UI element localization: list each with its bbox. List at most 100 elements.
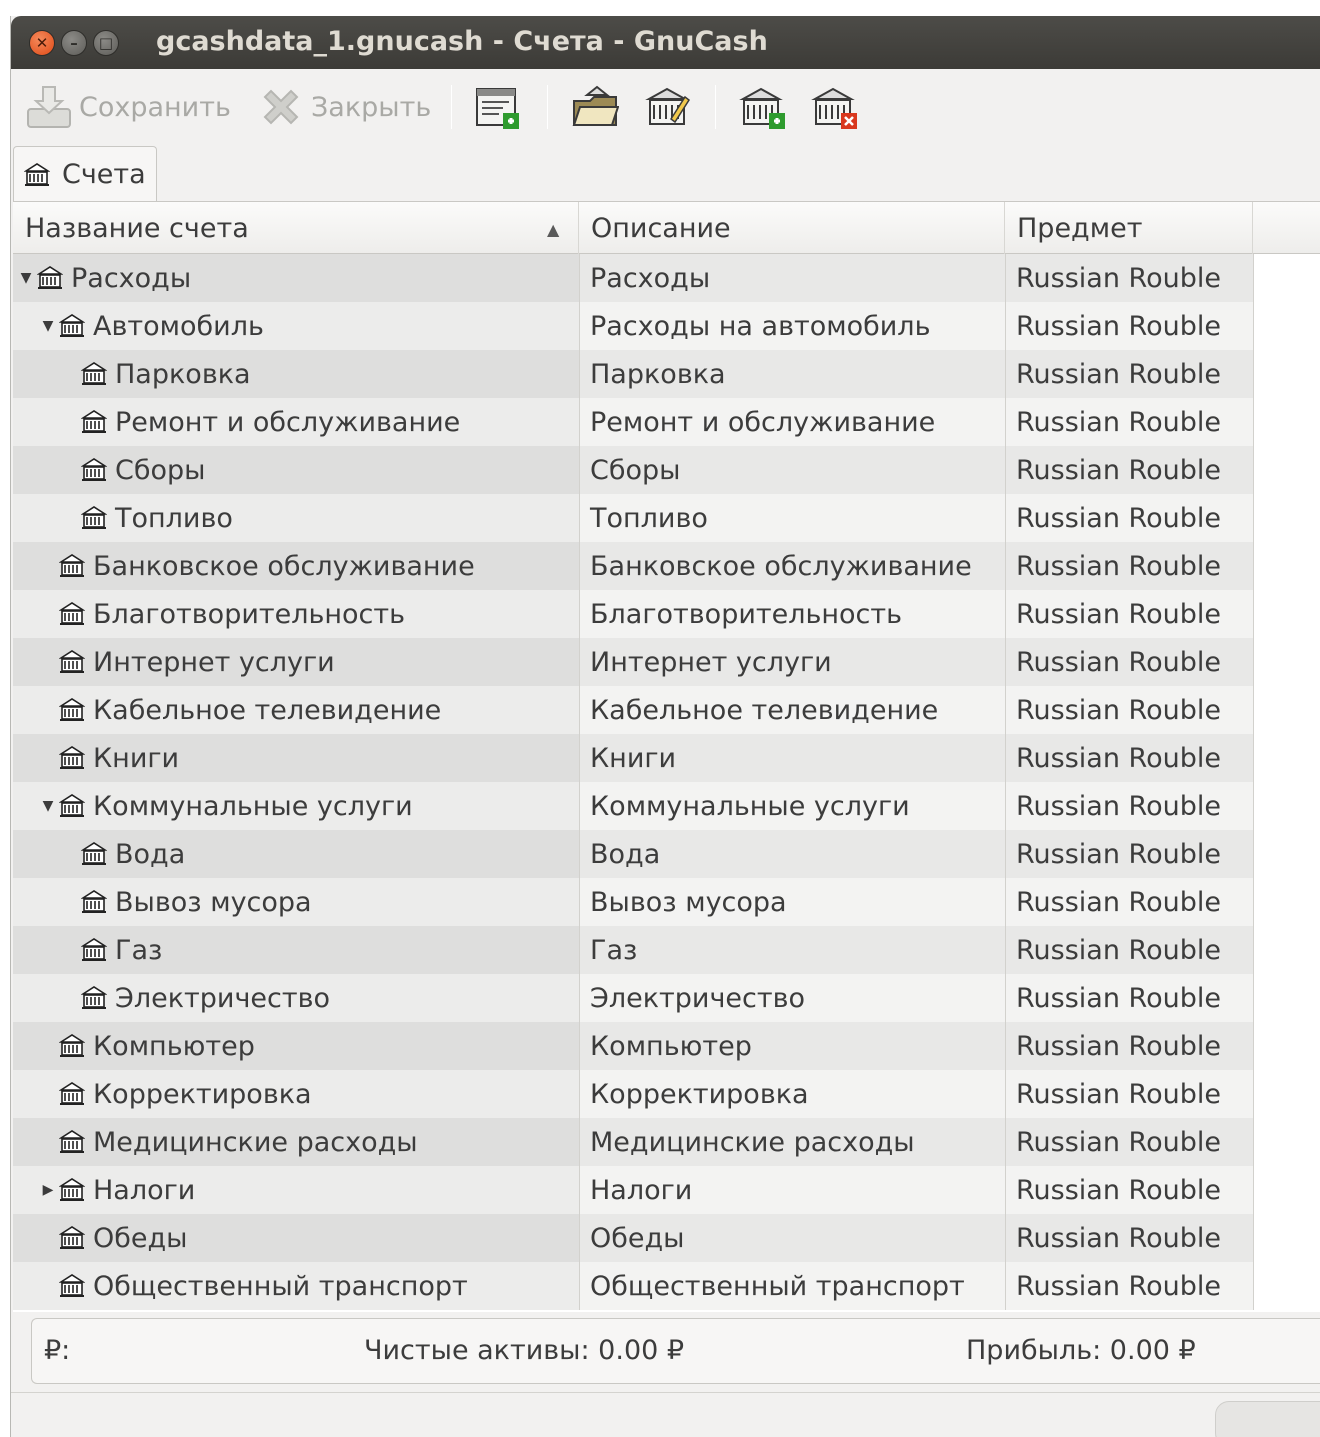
account-name-cell[interactable]: Корректировка (13, 1070, 579, 1118)
edit-account-button[interactable] (643, 83, 691, 131)
account-name-cell[interactable]: Газ (13, 926, 579, 974)
empty-column-cell (1253, 686, 1320, 734)
expander-collapse-icon[interactable]: ▼ (39, 798, 57, 814)
table-row[interactable]: Компьютер Компьютер Russian Rouble (13, 1022, 1320, 1070)
window-close-button[interactable]: ✕ (29, 30, 55, 56)
table-row[interactable]: Ремонт и обслуживание Ремонт и обслуживан… (13, 398, 1320, 446)
table-row[interactable]: ▼ Расходы Расходы Russian Rouble (13, 254, 1320, 302)
account-description: Книги (579, 734, 1005, 782)
account-name-cell[interactable]: Кабельное телевидение (13, 686, 579, 734)
account-name-cell[interactable]: Медицинские расходы (13, 1118, 579, 1166)
table-row[interactable]: Парковка Парковка Russian Rouble (13, 350, 1320, 398)
account-name: Медицинские расходы (93, 1126, 418, 1158)
account-name: Налоги (93, 1174, 196, 1206)
table-row[interactable]: Интернет услуги Интернет услуги Russian Ro… (13, 638, 1320, 686)
account-name: Благотворительность (93, 598, 406, 630)
empty-column-cell (1253, 638, 1320, 686)
table-row[interactable]: Обеды Обеды Russian Rouble (13, 1214, 1320, 1262)
account-description: Общественный транспорт (579, 1262, 1005, 1310)
account-name: Банковское обслуживание (93, 550, 475, 582)
account-name: Топливо (115, 502, 233, 534)
bank-icon (59, 314, 85, 337)
account-name-cell[interactable]: Общественный транспорт (13, 1262, 579, 1310)
empty-column-cell (1253, 542, 1320, 590)
bank-icon (59, 1178, 85, 1201)
column-header-commodity[interactable]: Предмет (1005, 202, 1253, 254)
account-commodity: Russian Rouble (1005, 590, 1253, 638)
account-name-cell[interactable]: Книги (13, 734, 579, 782)
summary-profit: Прибыль: 0.00 ₽ (966, 1335, 1196, 1366)
column-header-account-name[interactable]: Название счета (13, 202, 579, 254)
empty-column-cell (1253, 878, 1320, 926)
title-bar[interactable]: ✕ – □ gcashdata_1.gnucash - Счета - GnuC… (11, 16, 1320, 69)
account-commodity: Russian Rouble (1005, 878, 1253, 926)
empty-column-cell (1253, 782, 1320, 830)
account-name-cell[interactable]: Интернет услуги (13, 638, 579, 686)
account-name-cell[interactable]: Парковка (13, 350, 579, 398)
window-maximize-button[interactable]: □ (93, 30, 119, 56)
account-name-cell[interactable]: Электричество (13, 974, 579, 1022)
account-name-cell[interactable]: ▶ Налоги (13, 1166, 579, 1214)
account-name-cell[interactable]: Банковское обслуживание (13, 542, 579, 590)
table-row[interactable]: Благотворительность Благотворительность Ru… (13, 590, 1320, 638)
new-invoice-button[interactable] (473, 83, 521, 131)
account-description: Кабельное телевидение (579, 686, 1005, 734)
account-name-cell[interactable]: Вода (13, 830, 579, 878)
expander-collapse-icon[interactable]: ▼ (39, 318, 57, 334)
account-commodity: Russian Rouble (1005, 686, 1253, 734)
table-row[interactable]: Кабельное телевидение Кабельное телевиден… (13, 686, 1320, 734)
account-name-cell[interactable]: Сборы (13, 446, 579, 494)
table-row[interactable]: Электричество Электричество Russian Rouble (13, 974, 1320, 1022)
account-name-cell[interactable]: ▼ Расходы (13, 254, 579, 302)
table-header: Название счета ▲ Описание Предмет (13, 202, 1320, 254)
window-minimize-button[interactable]: – (61, 30, 87, 56)
account-name-cell[interactable]: ▼ Коммунальные услуги (13, 782, 579, 830)
table-row[interactable]: Топливо Топливо Russian Rouble (13, 494, 1320, 542)
expander-collapse-icon[interactable]: ▼ (17, 270, 35, 286)
table-row[interactable]: Медицинские расходы Медицинские расходы Ru… (13, 1118, 1320, 1166)
account-name-cell[interactable]: Обеды (13, 1214, 579, 1262)
account-name-cell[interactable]: ▼ Автомобиль (13, 302, 579, 350)
new-account-button[interactable] (739, 83, 787, 131)
bank-icon (81, 938, 107, 961)
edit-account-icon (645, 87, 691, 125)
empty-column-cell (1253, 254, 1320, 302)
empty-column-cell (1253, 734, 1320, 782)
empty-column-cell (1253, 446, 1320, 494)
summary-bar: ₽: Чистые активы: 0.00 ₽ Прибыль: 0.00 ₽ (31, 1318, 1320, 1384)
account-name: Парковка (115, 358, 251, 390)
account-name-cell[interactable]: Ремонт и обслуживание (13, 398, 579, 446)
table-row[interactable]: Вода Вода Russian Rouble (13, 830, 1320, 878)
account-description: Обеды (579, 1214, 1005, 1262)
table-row[interactable]: Корректировка Корректировка Russian Rouble (13, 1070, 1320, 1118)
account-tree[interactable]: Название счета ▲ Описание Предмет ▼ Расхо… (13, 202, 1320, 1312)
table-row[interactable]: ▼ Автомобиль Расходы на автомобиль Russian … (13, 302, 1320, 350)
empty-column-cell (1253, 494, 1320, 542)
tab-accounts[interactable]: Счета (13, 146, 157, 202)
table-row[interactable]: Вывоз мусора Вывоз мусора Russian Rouble (13, 878, 1320, 926)
gnucash-window: ✕ – □ gcashdata_1.gnucash - Счета - GnuC… (10, 16, 1320, 1437)
close-label: Закрыть (311, 91, 432, 123)
account-description: Коммунальные услуги (579, 782, 1005, 830)
table-row[interactable]: Сборы Сборы Russian Rouble (13, 446, 1320, 494)
account-name-cell[interactable]: Благотворительность (13, 590, 579, 638)
account-commodity: Russian Rouble (1005, 1214, 1253, 1262)
close-button[interactable]: Закрыть (257, 83, 431, 131)
account-name-cell[interactable]: Вывоз мусора (13, 878, 579, 926)
empty-column-cell (1253, 1022, 1320, 1070)
table-row[interactable]: Книги Книги Russian Rouble (13, 734, 1320, 782)
column-header-description[interactable]: Описание (579, 202, 1005, 254)
table-row[interactable]: Газ Газ Russian Rouble (13, 926, 1320, 974)
table-row[interactable]: Общественный транспорт Общественный транс… (13, 1262, 1320, 1310)
account-name: Коммунальные услуги (93, 790, 413, 822)
table-row[interactable]: Банковское обслуживание Банковское обслуж… (13, 542, 1320, 590)
account-name-cell[interactable]: Компьютер (13, 1022, 579, 1070)
table-row[interactable]: ▶ Налоги Налоги Russian Rouble (13, 1166, 1320, 1214)
account-name-cell[interactable]: Топливо (13, 494, 579, 542)
account-name: Электричество (115, 982, 331, 1014)
table-row[interactable]: ▼ Коммунальные услуги Коммунальные услуги R… (13, 782, 1320, 830)
save-button[interactable]: Сохранить (25, 83, 231, 131)
open-account-button[interactable] (571, 83, 619, 131)
expander-expand-icon[interactable]: ▶ (39, 1182, 57, 1198)
delete-account-button[interactable] (811, 83, 859, 131)
